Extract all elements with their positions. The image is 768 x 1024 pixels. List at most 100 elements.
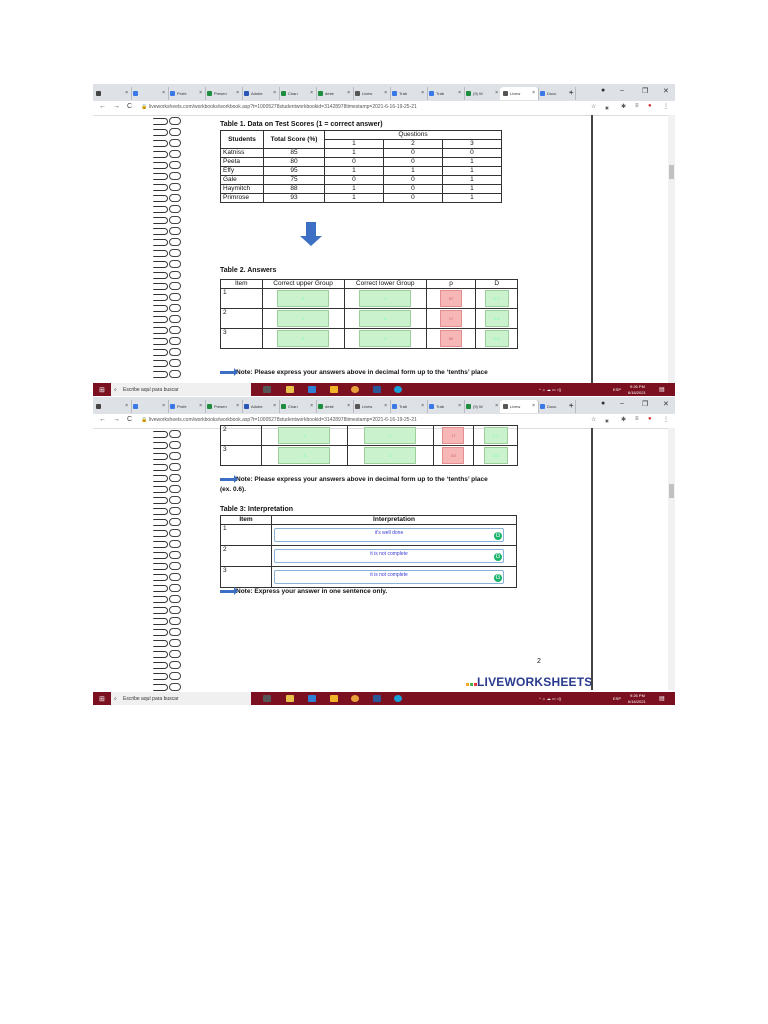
minimize-button[interactable]: –: [620, 87, 624, 94]
tab-close-icon[interactable]: ×: [236, 87, 239, 100]
back-icon[interactable]: ←: [99, 416, 106, 423]
interpretation-input[interactable]: it is not complete G: [274, 570, 504, 584]
reading-list-icon[interactable]: ≡: [635, 103, 639, 109]
clock-time[interactable]: 9:26 PM: [630, 384, 645, 389]
browser-tab[interactable]: Livew ×: [500, 400, 539, 413]
upper-group-input[interactable]: 3: [278, 447, 331, 464]
forward-icon[interactable]: →: [113, 103, 120, 110]
p-input[interactable]: 17: [440, 310, 463, 327]
windows-start-icon[interactable]: ⊞: [99, 695, 105, 703]
p-input[interactable]: 67: [440, 290, 463, 307]
mail-icon[interactable]: [308, 386, 316, 393]
puzzle-icon[interactable]: ✱: [621, 416, 626, 423]
profile-icon[interactable]: ●: [601, 87, 605, 94]
browser-tab[interactable]: Livew ×: [500, 87, 539, 100]
tab-close-icon[interactable]: ×: [125, 400, 128, 413]
browser-tab[interactable]: (9) W ×: [463, 87, 502, 100]
p-input[interactable]: 83: [440, 330, 463, 347]
grammarly-check-icon[interactable]: G: [494, 553, 502, 561]
avatar[interactable]: ●: [648, 416, 652, 422]
close-window-button[interactable]: ✕: [663, 400, 669, 408]
clock-date[interactable]: 6/16/2021: [628, 699, 646, 704]
taskbar-search[interactable]: ⌕ Escribe aquí para buscar: [111, 383, 251, 396]
reload-icon[interactable]: C: [127, 103, 132, 110]
notifications-icon[interactable]: ▤: [659, 695, 665, 702]
tab-close-icon[interactable]: ×: [495, 400, 498, 413]
language-indicator[interactable]: ESP: [613, 387, 621, 392]
browser-tab[interactable]: (9) W ×: [463, 400, 502, 413]
taskbar-search[interactable]: ⌕ Escribe aquí para buscar: [111, 692, 251, 705]
tab-close-icon[interactable]: ×: [273, 400, 276, 413]
maximize-button[interactable]: ❐: [642, 87, 648, 95]
browser-tab[interactable]: ×: [130, 87, 169, 100]
tab-close-icon[interactable]: ×: [421, 87, 424, 100]
browser-tab[interactable]: Trab ×: [389, 400, 428, 413]
tab-close-icon[interactable]: ×: [458, 400, 461, 413]
browser-tab[interactable]: Profe ×: [167, 87, 206, 100]
url-field[interactable]: liveworksheets.com/workbooks/workbook.as…: [149, 104, 417, 110]
puzzle-icon[interactable]: ✱: [621, 103, 626, 110]
clock-time[interactable]: 9:26 PM: [630, 693, 645, 698]
upper-group-input[interactable]: 1: [278, 427, 331, 444]
tab-close-icon[interactable]: ×: [384, 400, 387, 413]
lower-group-input[interactable]: 1: [359, 290, 412, 307]
menu-icon[interactable]: ⋮: [663, 103, 669, 110]
browser-tab[interactable]: Chan ×: [278, 87, 317, 100]
reading-list-icon[interactable]: ≡: [635, 416, 639, 422]
tab-close-icon[interactable]: ×: [421, 400, 424, 413]
file-explorer-icon[interactable]: [286, 386, 294, 393]
star-icon[interactable]: ☆: [591, 416, 596, 423]
tab-close-icon[interactable]: ×: [458, 87, 461, 100]
system-tray-icons[interactable]: ^ ☼ ☁ ▭ ◁): [539, 387, 561, 392]
close-window-button[interactable]: ✕: [663, 87, 669, 95]
browser-tab[interactable]: Trab ×: [389, 87, 428, 100]
mail-icon[interactable]: [308, 695, 316, 702]
browser-tab[interactable]: destr ×: [315, 87, 354, 100]
browser-tab[interactable]: ×: [93, 400, 132, 413]
maximize-button[interactable]: ❐: [642, 400, 648, 408]
reload-icon[interactable]: C: [127, 416, 132, 423]
store-icon[interactable]: [330, 695, 338, 702]
scrollbar-thumb[interactable]: [669, 484, 674, 498]
scrollbar[interactable]: [668, 115, 675, 383]
browser-tab[interactable]: Trab ×: [426, 400, 465, 413]
d-input[interactable]: 0.3: [483, 447, 508, 464]
browser-tab[interactable]: Adobe ×: [241, 87, 280, 100]
tab-close-icon[interactable]: ×: [310, 400, 313, 413]
tab-close-icon[interactable]: ×: [532, 400, 535, 413]
scrollbar-thumb[interactable]: [669, 165, 674, 179]
profile-icon[interactable]: ●: [601, 400, 605, 407]
upper-group-input[interactable]: 1: [277, 310, 330, 327]
d-input[interactable]: 0.3: [484, 310, 509, 327]
tab-close-icon[interactable]: ×: [347, 400, 350, 413]
browser-tab[interactable]: Adobe ×: [241, 400, 280, 413]
browser-tab[interactable]: Trab ×: [426, 87, 465, 100]
browser-tab[interactable]: ×: [93, 87, 132, 100]
file-explorer-icon[interactable]: [286, 695, 294, 702]
tab-close-icon[interactable]: ×: [199, 400, 202, 413]
grammarly-check-icon[interactable]: G: [494, 532, 502, 540]
lower-group-input[interactable]: 2: [364, 447, 417, 464]
interpretation-input[interactable]: it's well done G: [274, 528, 504, 542]
tab-close-icon[interactable]: ×: [162, 87, 165, 100]
chrome-taskbar-icon[interactable]: [351, 386, 359, 393]
d-input[interactable]: 0.3: [484, 330, 509, 347]
star-icon[interactable]: ☆: [591, 103, 596, 110]
word-icon[interactable]: [373, 386, 381, 393]
edge-icon[interactable]: [394, 386, 402, 393]
clock-date[interactable]: 6/16/2021: [628, 390, 646, 395]
notifications-icon[interactable]: ▤: [659, 386, 665, 393]
browser-tab[interactable]: Chan ×: [278, 400, 317, 413]
tab-close-icon[interactable]: ×: [236, 400, 239, 413]
lower-group-input[interactable]: 2: [359, 330, 412, 347]
tab-close-icon[interactable]: ×: [347, 87, 350, 100]
tab-close-icon[interactable]: ×: [532, 87, 535, 100]
task-view-icon[interactable]: [263, 386, 271, 393]
browser-tab[interactable]: Presen ×: [204, 87, 243, 100]
url-field[interactable]: liveworksheets.com/workbooks/workbook.as…: [149, 417, 417, 423]
new-tab-button[interactable]: +: [569, 400, 574, 412]
lower-group-input[interactable]: 0: [359, 310, 412, 327]
extension-icon[interactable]: ▣: [605, 105, 609, 110]
tab-close-icon[interactable]: ×: [199, 87, 202, 100]
browser-tab[interactable]: destr ×: [315, 400, 354, 413]
